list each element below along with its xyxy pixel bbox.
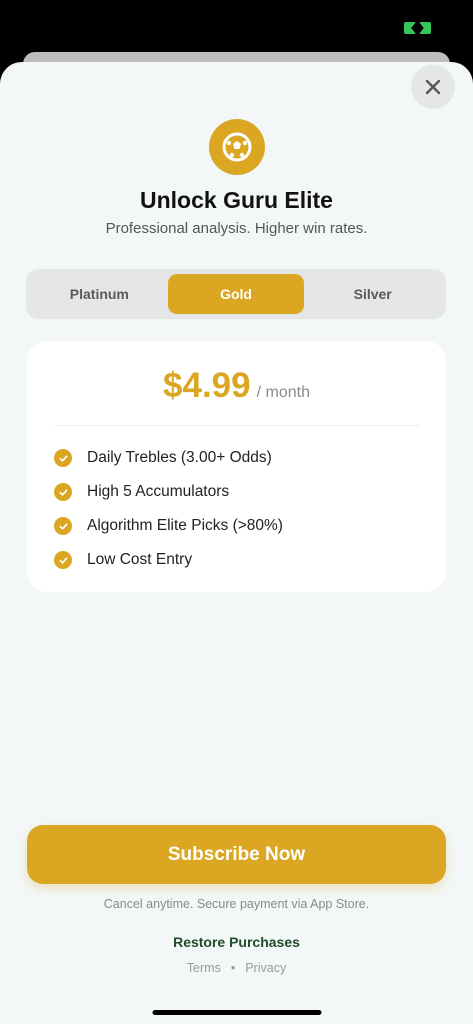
terms-link[interactable]: Terms xyxy=(187,961,221,975)
close-icon xyxy=(425,79,441,95)
checkmark-icon xyxy=(54,551,72,569)
page-subtitle: Professional analysis. Higher win rates. xyxy=(105,220,368,237)
list-item: Algorithm Elite Picks (>80%) xyxy=(54,509,283,543)
restore-purchases-link[interactable]: Restore Purchases xyxy=(0,934,473,950)
link-separator: • xyxy=(230,961,236,975)
feature-label: Algorithm Elite Picks (>80%) xyxy=(87,517,283,534)
price: $4.99 xyxy=(163,366,251,405)
paywall-sheet: Unlock Guru Elite Professional analysis.… xyxy=(0,62,473,1024)
soccer-ball-icon xyxy=(222,132,251,162)
feature-list: Daily Trebles (3.00+ Odds) High 5 Accumu… xyxy=(54,441,283,577)
hero-badge xyxy=(208,119,265,175)
screen: Unlock Guru Elite Professional analysis.… xyxy=(0,0,473,1024)
feature-label: High 5 Accumulators xyxy=(87,483,230,500)
checkmark-icon xyxy=(54,483,72,501)
legal-links: Terms • Privacy xyxy=(0,961,473,975)
feature-label: Low Cost Entry xyxy=(87,551,193,568)
divider xyxy=(54,425,419,426)
tab-gold[interactable]: Gold xyxy=(167,274,305,314)
list-item: High 5 Accumulators xyxy=(54,475,283,509)
price-row: $4.99 / month xyxy=(27,366,446,406)
plan-selector: Platinum Gold Silver xyxy=(26,269,446,319)
page-title: Unlock Guru Elite xyxy=(140,187,333,213)
checkmark-icon xyxy=(54,517,72,535)
list-item: Daily Trebles (3.00+ Odds) xyxy=(54,441,283,475)
home-indicator xyxy=(152,1010,321,1015)
privacy-link[interactable]: Privacy xyxy=(245,961,286,975)
fine-print: Cancel anytime. Secure payment via App S… xyxy=(103,897,370,911)
tab-silver[interactable]: Silver xyxy=(304,274,441,314)
status-indicator-icon xyxy=(404,22,431,34)
price-period: / month xyxy=(256,384,310,401)
tab-platinum[interactable]: Platinum xyxy=(31,274,168,314)
list-item: Low Cost Entry xyxy=(54,543,283,577)
feature-label: Daily Trebles (3.00+ Odds) xyxy=(87,449,272,466)
close-button[interactable] xyxy=(411,65,455,109)
plan-card: $4.99 / month Daily Trebles (3.00+ Odds)… xyxy=(27,341,446,592)
checkmark-icon xyxy=(54,449,72,467)
subscribe-button[interactable]: Subscribe Now xyxy=(27,825,446,884)
